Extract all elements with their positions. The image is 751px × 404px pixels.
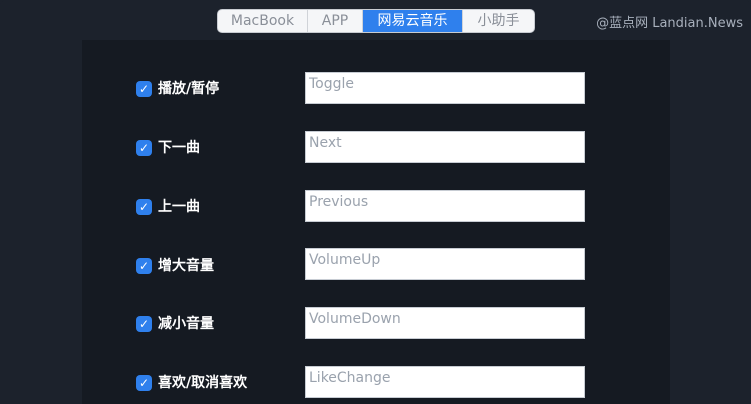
- shortcut-input-like[interactable]: LikeChange: [305, 366, 585, 398]
- checkmark-icon: ✓: [138, 376, 150, 390]
- shortcut-input-next[interactable]: Next: [305, 131, 585, 163]
- tab-assistant[interactable]: 小助手: [463, 10, 534, 32]
- shortcut-label: 减小音量: [158, 316, 214, 332]
- checkbox-toggle[interactable]: ✓: [136, 81, 152, 97]
- shortcut-row-toggle: ✓ 播放/暂停 Toggle: [0, 72, 751, 112]
- shortcut-label: 喜欢/取消喜欢: [158, 375, 248, 391]
- shortcut-label: 上一曲: [158, 199, 200, 215]
- checkmark-icon: ✓: [138, 259, 150, 273]
- shortcut-label: 增大音量: [158, 258, 214, 274]
- shortcut-input-previous[interactable]: Previous: [305, 190, 585, 222]
- checkmark-icon: ✓: [138, 317, 150, 331]
- watermark-text: @蓝点网 Landian.News: [596, 16, 743, 31]
- shortcut-label: 播放/暂停: [158, 81, 220, 97]
- tab-macbook[interactable]: MacBook: [218, 10, 308, 32]
- shortcut-row-previous: ✓ 上一曲 Previous: [0, 190, 751, 230]
- shortcut-row-volume-down: ✓ 减小音量 VolumeDown: [0, 307, 751, 347]
- checkbox-previous[interactable]: ✓: [136, 199, 152, 215]
- shortcut-label: 下一曲: [158, 140, 200, 156]
- shortcut-input-volume-down[interactable]: VolumeDown: [305, 307, 585, 339]
- checkbox-like[interactable]: ✓: [136, 375, 152, 391]
- checkbox-next[interactable]: ✓: [136, 140, 152, 156]
- checkmark-icon: ✓: [138, 141, 150, 155]
- tab-app[interactable]: APP: [308, 10, 363, 32]
- shortcut-row-next: ✓ 下一曲 Next: [0, 131, 751, 171]
- tab-netease-music[interactable]: 网易云音乐: [363, 10, 463, 32]
- checkbox-volume-up[interactable]: ✓: [136, 258, 152, 274]
- preferences-window: MacBook APP 网易云音乐 小助手 @蓝点网 Landian.News …: [0, 0, 751, 404]
- shortcut-input-volume-up[interactable]: VolumeUp: [305, 248, 585, 280]
- checkmark-icon: ✓: [138, 82, 150, 96]
- checkmark-icon: ✓: [138, 200, 150, 214]
- tab-bar: MacBook APP 网易云音乐 小助手: [218, 10, 534, 32]
- shortcut-input-toggle[interactable]: Toggle: [305, 72, 585, 104]
- shortcut-row-volume-up: ✓ 增大音量 VolumeUp: [0, 248, 751, 288]
- checkbox-volume-down[interactable]: ✓: [136, 316, 152, 332]
- shortcut-row-like: ✓ 喜欢/取消喜欢 LikeChange: [0, 366, 751, 404]
